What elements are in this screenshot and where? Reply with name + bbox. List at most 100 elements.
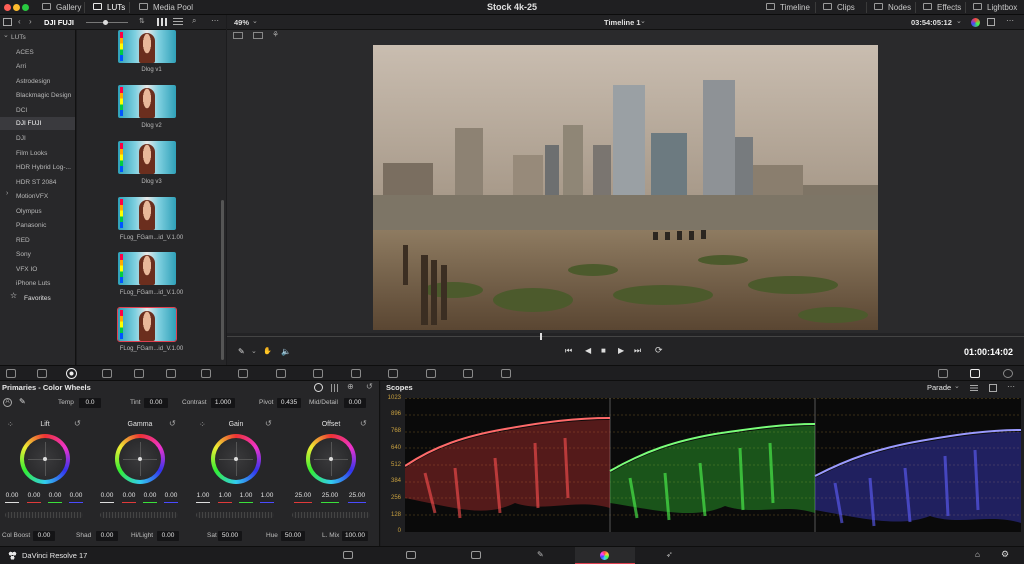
timeline-selector[interactable]: Timeline 1 bbox=[604, 18, 641, 27]
reverse-play-icon[interactable]: ◀ bbox=[585, 346, 591, 355]
color-wheels-icon[interactable] bbox=[66, 368, 77, 379]
reset-icon[interactable]: ↺ bbox=[74, 419, 81, 428]
middetail-value[interactable]: 0.00 bbox=[344, 398, 366, 408]
chevron-down-icon[interactable]: ⌄ bbox=[251, 347, 257, 355]
offset-b-value[interactable]: 25.00 bbox=[346, 492, 368, 499]
window-icon[interactable] bbox=[313, 369, 323, 378]
fusion-page-icon[interactable]: ✎ bbox=[537, 550, 544, 559]
lut-thumbnail[interactable] bbox=[118, 197, 176, 230]
gamma-master-wheel[interactable] bbox=[100, 512, 178, 518]
gamma-y-value[interactable]: 0.00 bbox=[98, 492, 116, 499]
settings-gear-icon[interactable]: ⚙ bbox=[1001, 549, 1009, 560]
tab-timeline[interactable]: Timeline bbox=[766, 0, 810, 15]
color-warper-icon[interactable] bbox=[238, 369, 248, 378]
color-icon[interactable] bbox=[971, 18, 980, 27]
grid-view-icon[interactable] bbox=[157, 18, 167, 26]
thumb-size-slider-handle[interactable] bbox=[103, 20, 108, 25]
scopes-icon[interactable] bbox=[970, 369, 980, 378]
more-options-icon[interactable]: ⋯ bbox=[211, 16, 219, 25]
fullscreen-icon[interactable] bbox=[987, 18, 995, 26]
reset-icon[interactable]: ↺ bbox=[366, 382, 373, 391]
tree-item-hdr-st2084[interactable]: HDR ST 2084 bbox=[16, 176, 56, 189]
tab-clips[interactable]: Clips bbox=[823, 0, 855, 15]
tab-nodes[interactable]: Nodes bbox=[874, 0, 911, 15]
offset-r-value[interactable]: 25.00 bbox=[292, 492, 314, 499]
chevron-right-icon[interactable]: › bbox=[29, 17, 32, 26]
stop-icon[interactable]: ■ bbox=[601, 346, 606, 355]
tree-item-panasonic[interactable]: Panasonic bbox=[16, 219, 46, 232]
tree-item-dji-fuji[interactable]: DJI FUJI bbox=[0, 117, 75, 130]
lut-thumbnail[interactable] bbox=[118, 30, 176, 63]
bars-mode-icon[interactable] bbox=[331, 384, 340, 392]
scope-mode-selector[interactable]: Parade bbox=[927, 383, 951, 392]
gain-r-value[interactable]: 1.00 bbox=[216, 492, 234, 499]
offset-g-value[interactable]: 25.00 bbox=[319, 492, 341, 499]
picker-icon[interactable]: ⁘ bbox=[199, 420, 206, 429]
gain-wheel[interactable] bbox=[211, 434, 261, 484]
sort-icon[interactable]: ⇅ bbox=[139, 17, 145, 25]
chevron-down-icon[interactable]: ⌄ bbox=[954, 382, 960, 390]
tracker-icon[interactable] bbox=[351, 369, 361, 378]
tree-item-red[interactable]: RED bbox=[16, 234, 30, 247]
sizing-icon[interactable] bbox=[501, 369, 511, 378]
gamma-g-value[interactable]: 0.00 bbox=[141, 492, 159, 499]
shad-value[interactable]: 0.00 bbox=[96, 531, 118, 541]
tree-item-vfx-io[interactable]: VFX IO bbox=[16, 263, 37, 276]
dropper-icon[interactable]: ✎ bbox=[19, 397, 26, 406]
wheels-mode-icon[interactable] bbox=[314, 383, 323, 392]
key-icon[interactable] bbox=[463, 369, 473, 378]
tree-item-aces[interactable]: ACES bbox=[16, 46, 34, 59]
gamma-wheel[interactable] bbox=[115, 434, 165, 484]
3d-icon[interactable] bbox=[938, 369, 948, 378]
expand-icon[interactable] bbox=[989, 384, 997, 392]
gain-g-value[interactable]: 1.00 bbox=[237, 492, 255, 499]
chevron-down-icon[interactable]: ⌄ bbox=[956, 17, 962, 25]
magic-mask-icon[interactable] bbox=[388, 369, 398, 378]
reset-icon[interactable]: ↺ bbox=[169, 419, 176, 428]
colboost-value[interactable]: 0.00 bbox=[33, 531, 55, 541]
deliver-page-icon[interactable]: ➶ bbox=[666, 550, 673, 559]
color-match-icon[interactable] bbox=[37, 369, 47, 378]
tree-item-astrodesign[interactable]: Astrodesign bbox=[16, 75, 50, 88]
tree-item-sony[interactable]: Sony bbox=[16, 248, 31, 261]
offset-wheel[interactable] bbox=[306, 434, 356, 484]
pivot-value[interactable]: 0.435 bbox=[277, 398, 301, 408]
tree-item-olympus[interactable]: Olympus bbox=[16, 205, 42, 218]
motion-effects-icon[interactable] bbox=[166, 369, 176, 378]
reset-icon[interactable]: ↺ bbox=[360, 419, 367, 428]
chevron-right-icon[interactable]: › bbox=[6, 190, 8, 197]
tree-item-luts[interactable]: LUTs bbox=[11, 31, 26, 44]
lift-master-wheel[interactable] bbox=[5, 512, 83, 518]
picker-icon[interactable]: ⁘ bbox=[7, 420, 14, 429]
lmix-value[interactable]: 100.00 bbox=[342, 531, 368, 541]
qualifier-icon[interactable] bbox=[276, 369, 286, 378]
lut-thumbnail-selected[interactable] bbox=[117, 307, 177, 342]
gamma-b-value[interactable]: 0.00 bbox=[162, 492, 180, 499]
offset-master-wheel[interactable] bbox=[292, 512, 370, 518]
lut-thumbnail[interactable] bbox=[118, 252, 176, 285]
cut-page-icon[interactable] bbox=[406, 551, 416, 559]
tree-item-dci[interactable]: DCI bbox=[16, 104, 27, 117]
split-screen-icon[interactable] bbox=[253, 32, 263, 39]
info-icon[interactable] bbox=[1003, 369, 1013, 378]
search-icon[interactable]: ⌕ bbox=[192, 16, 196, 26]
tint-value[interactable]: 0.00 bbox=[144, 398, 168, 408]
more-options-icon[interactable]: ⋯ bbox=[1006, 16, 1014, 25]
media-page-icon[interactable] bbox=[343, 551, 353, 559]
tree-item-film-looks[interactable]: Film Looks bbox=[16, 147, 47, 160]
hand-icon[interactable]: ✋ bbox=[263, 347, 272, 355]
eyedropper-icon[interactable]: ✎ bbox=[238, 347, 245, 356]
tab-lightbox[interactable]: Lightbox bbox=[973, 0, 1017, 15]
home-icon[interactable]: ⌂ bbox=[975, 550, 980, 559]
tree-item-arri[interactable]: Arri bbox=[16, 60, 26, 73]
tree-item-iphone-luts[interactable]: iPhone Luts bbox=[16, 277, 50, 290]
reset-icon[interactable]: ↺ bbox=[265, 419, 272, 428]
auto-balance-icon[interactable]: A bbox=[3, 398, 12, 407]
tree-item-hdr-hybrid[interactable]: HDR Hybrid Log-... bbox=[16, 161, 71, 174]
log-mode-icon[interactable]: ⊕ bbox=[347, 382, 354, 391]
hue-value[interactable]: 50.00 bbox=[281, 531, 305, 541]
hdr-wheels-icon[interactable] bbox=[102, 369, 112, 378]
loop-icon[interactable]: ⟳ bbox=[655, 345, 663, 356]
image-wipe-icon[interactable] bbox=[233, 32, 243, 39]
tree-item-favorites[interactable]: Favorites bbox=[24, 292, 51, 305]
